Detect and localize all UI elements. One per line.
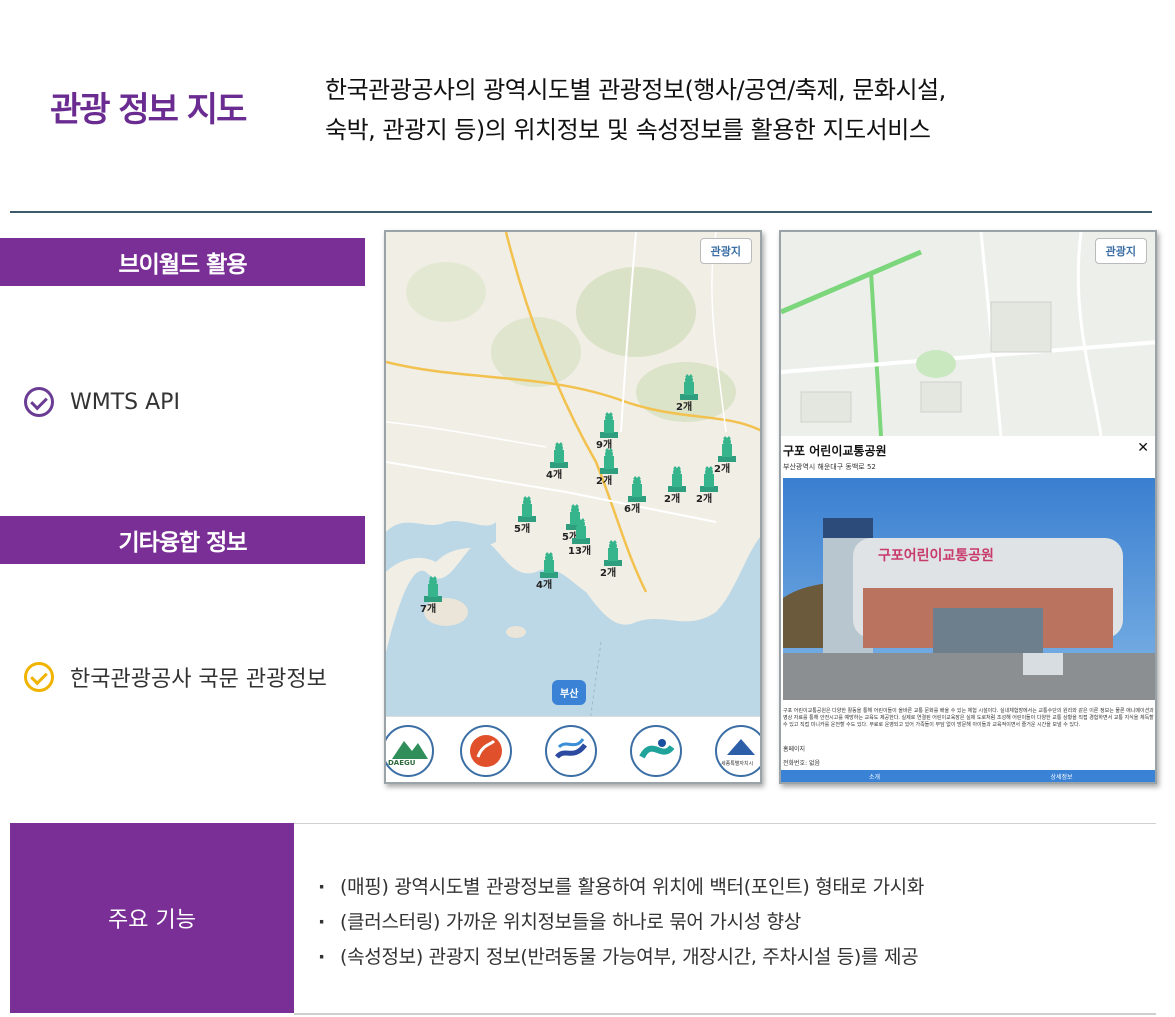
cluster-count-label: 4개 bbox=[546, 470, 563, 481]
tourist-site-button[interactable]: 관광지 bbox=[1094, 238, 1147, 264]
cluster-count-label: 7개 bbox=[420, 604, 437, 615]
cluster-marker-icon[interactable] bbox=[538, 552, 560, 578]
feature-wmts: WMTS API bbox=[24, 387, 180, 417]
popup-description: 구포 어린이교통공원은 다양한 활동을 통해 어린이들이 올바른 교통 문화를 … bbox=[783, 708, 1154, 728]
logo-daegu[interactable]: DAEGU bbox=[386, 725, 434, 777]
photo-signboard-text: 구포어린이교통공원 bbox=[878, 547, 994, 564]
popup-address: 부산광역시 해운대구 동백로 52 bbox=[783, 463, 876, 471]
feature-tourism: 한국관광공사 국문 관광정보 bbox=[24, 661, 327, 693]
description-line-1: 한국관광공사의 광역시도별 관광정보(행사/공연/축제, 문화시설, bbox=[325, 76, 946, 104]
popup-homepage: 홈페이지 bbox=[783, 746, 806, 753]
daegu-mountain-icon bbox=[392, 741, 428, 759]
page-title: 관광 정보 지도 bbox=[50, 90, 247, 130]
feature-label: WMTS API bbox=[70, 389, 180, 415]
logo-city-2[interactable] bbox=[460, 725, 512, 777]
cluster-marker-icon[interactable] bbox=[626, 476, 648, 502]
cluster-marker-icon[interactable] bbox=[548, 442, 570, 468]
list-item: (매핑) 광역시도별 관광정보를 활용하여 위치에 백터(포인트) 형태로 가시… bbox=[318, 870, 924, 905]
cluster-marker-icon[interactable] bbox=[602, 540, 624, 566]
map-busan-clusters[interactable]: 관광지 2개 9개 4개 2개 2개 6개 2개 2개 5개 5개 13개 2개 4개 7개 부산 DAE… bbox=[384, 230, 762, 784]
city-logo-strip[interactable]: DAEGU 세종특별자치시 bbox=[386, 716, 760, 782]
cluster-marker-icon[interactable] bbox=[698, 466, 720, 492]
wave-swoosh-icon bbox=[639, 739, 675, 759]
section-vworld-title: 브이월드 활용 bbox=[0, 238, 365, 286]
description-line-2: 숙박, 관광지 등)의 위치정보 및 속성정보를 활용한 지도서비스 bbox=[325, 116, 931, 144]
tourist-site-button[interactable]: 관광지 bbox=[699, 238, 752, 264]
cluster-marker-icon[interactable] bbox=[570, 518, 592, 544]
page-description: 한국관광공사의 광역시도별 관광정보(행사/공연/축제, 문화시설, 숙박, 관… bbox=[325, 70, 1145, 150]
logo-busan[interactable] bbox=[545, 725, 597, 777]
cluster-count-label: 6개 bbox=[624, 504, 641, 515]
poi-photo: 구포어린이교통공원 bbox=[783, 478, 1155, 700]
cluster-marker-icon[interactable] bbox=[598, 412, 620, 438]
list-item: (클러스터링) 가까운 위치정보들을 하나로 묶어 가시성 향상 bbox=[318, 905, 924, 940]
cluster-marker-icon[interactable] bbox=[598, 448, 620, 474]
list-item: (속성정보) 관광지 정보(반려동물 가능여부, 개장시간, 주차시설 등)를 … bbox=[318, 940, 924, 975]
poi-popup: 구포 어린이교통공원 ✕ 부산광역시 해운대구 동백로 52 구포어린이교통공원… bbox=[781, 436, 1155, 782]
popup-title: 구포 어린이교통공원 bbox=[783, 444, 887, 458]
map-detail-popup[interactable]: 관광지 구포 어린이교통공원 ✕ 부산광역시 해운대구 동백로 52 구포어린이… bbox=[779, 230, 1157, 784]
logo-city-4[interactable] bbox=[630, 725, 682, 777]
popup-phone: 전화번호: 없음 bbox=[783, 760, 821, 767]
cluster-count-label: 13개 bbox=[568, 546, 592, 557]
logo-sejong[interactable]: 세종특별자치시 bbox=[715, 725, 760, 777]
close-icon[interactable]: ✕ bbox=[1137, 440, 1149, 456]
feature-label: 한국관광공사 국문 관광정보 bbox=[70, 667, 327, 692]
cluster-marker-icon[interactable] bbox=[422, 576, 444, 602]
table-bottom-border bbox=[294, 1013, 1156, 1015]
tab-detail[interactable]: 상세정보 bbox=[968, 770, 1155, 782]
busan-wave-icon bbox=[555, 738, 587, 759]
cluster-count-label: 2개 bbox=[596, 476, 613, 487]
cluster-count-label: 5개 bbox=[514, 524, 531, 535]
popup-tab-bar: 소개 상세정보 bbox=[781, 770, 1155, 782]
cluster-count-label: 2개 bbox=[664, 494, 681, 505]
cluster-marker-icon[interactable] bbox=[716, 436, 738, 462]
header-divider bbox=[10, 211, 1152, 213]
region-pill-busan[interactable]: 부산 bbox=[552, 680, 587, 705]
cluster-marker-icon[interactable] bbox=[678, 374, 700, 400]
section-fusion-title: 기타융합 정보 bbox=[0, 516, 365, 564]
tab-intro[interactable]: 소개 bbox=[781, 770, 968, 782]
cluster-count-label: 2개 bbox=[696, 494, 713, 505]
sejong-emblem-icon bbox=[727, 739, 755, 755]
check-circle-icon bbox=[24, 387, 54, 417]
cluster-count-label: 4개 bbox=[536, 580, 553, 591]
cluster-count-label: 2개 bbox=[600, 568, 617, 579]
table-head: 주요 기능 bbox=[10, 823, 294, 1013]
check-circle-icon bbox=[24, 662, 54, 692]
cluster-marker-icon[interactable] bbox=[516, 496, 538, 522]
cluster-count-label: 2개 bbox=[676, 402, 693, 413]
cluster-marker-icon[interactable] bbox=[666, 466, 688, 492]
red-figure-icon bbox=[470, 735, 502, 767]
feature-list: (매핑) 광역시도별 관광정보를 활용하여 위치에 백터(포인트) 형태로 가시… bbox=[318, 870, 924, 975]
